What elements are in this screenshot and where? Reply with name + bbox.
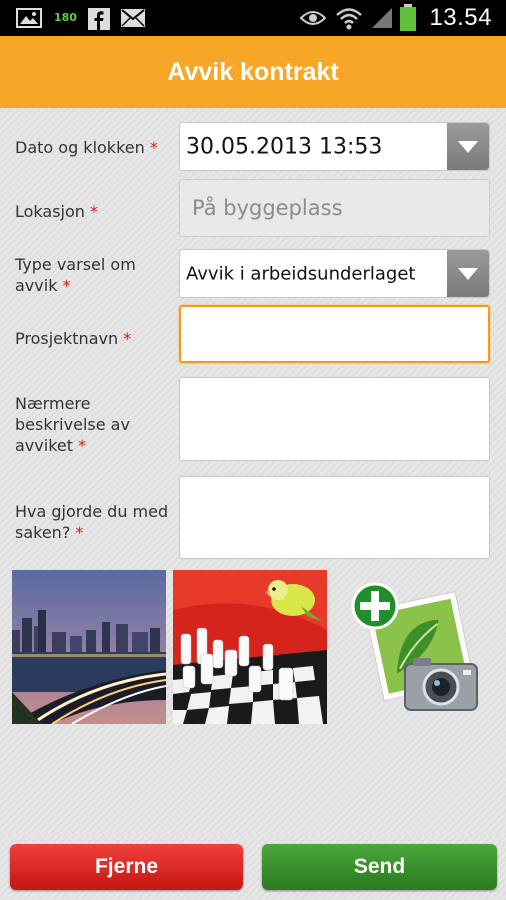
mail-icon: [121, 9, 145, 27]
required-mark: *: [90, 202, 99, 221]
type-label: Type varsel om avvik *: [15, 255, 136, 295]
send-button[interactable]: Send: [262, 844, 497, 890]
counter-badge: 180: [54, 11, 77, 24]
required-mark: *: [78, 436, 87, 455]
send-button-label: Send: [353, 855, 406, 878]
action-label: Hva gjorde du med saken? *: [15, 502, 169, 542]
project-input[interactable]: [179, 305, 490, 363]
eye-icon: [300, 11, 326, 25]
location-value: På byggeplass: [192, 196, 343, 220]
required-mark: *: [75, 523, 84, 542]
add-photo-icon: [351, 582, 478, 711]
city-night-photo[interactable]: [12, 570, 166, 724]
date-select[interactable]: 30.05.2013 13:53: [179, 122, 490, 171]
type-dropdown-button[interactable]: [447, 250, 489, 297]
add-photo-button[interactable]: [345, 578, 485, 718]
required-mark: *: [62, 276, 71, 295]
app-header: Avvik kontrakt: [0, 36, 506, 108]
date-label: Dato og klokken *: [15, 138, 158, 157]
type-select[interactable]: Avvik i arbeidsunderlaget: [179, 249, 490, 298]
location-label: Lokasjon *: [15, 202, 99, 221]
required-mark: *: [149, 138, 158, 157]
type-value: Avvik i arbeidsunderlaget: [186, 263, 416, 284]
date-dropdown-button[interactable]: [447, 123, 489, 170]
description-textarea[interactable]: [179, 377, 490, 461]
chevron-down-icon: [458, 140, 478, 153]
chess-parakeet-photo[interactable]: [173, 570, 327, 724]
clock-text: 13.54: [429, 4, 492, 31]
description-label: Nærmere beskrivelse av avviket *: [15, 394, 130, 455]
required-mark: *: [123, 329, 132, 348]
date-value: 30.05.2013 13:53: [186, 134, 383, 159]
facebook-icon: [88, 8, 110, 30]
image-icon: [16, 8, 42, 28]
wifi-icon: [336, 8, 362, 30]
action-textarea[interactable]: [179, 476, 490, 559]
status-bar: 180 13.54: [0, 0, 506, 36]
page-title: Avvik kontrakt: [167, 57, 339, 86]
location-field: På byggeplass: [179, 179, 490, 237]
signal-icon: [372, 8, 392, 28]
project-label: Prosjektnavn *: [15, 329, 132, 348]
chevron-down-icon: [458, 267, 478, 280]
remove-button-label: Fjerne: [94, 855, 159, 878]
remove-button[interactable]: Fjerne: [10, 844, 243, 890]
battery-icon: [400, 4, 416, 31]
